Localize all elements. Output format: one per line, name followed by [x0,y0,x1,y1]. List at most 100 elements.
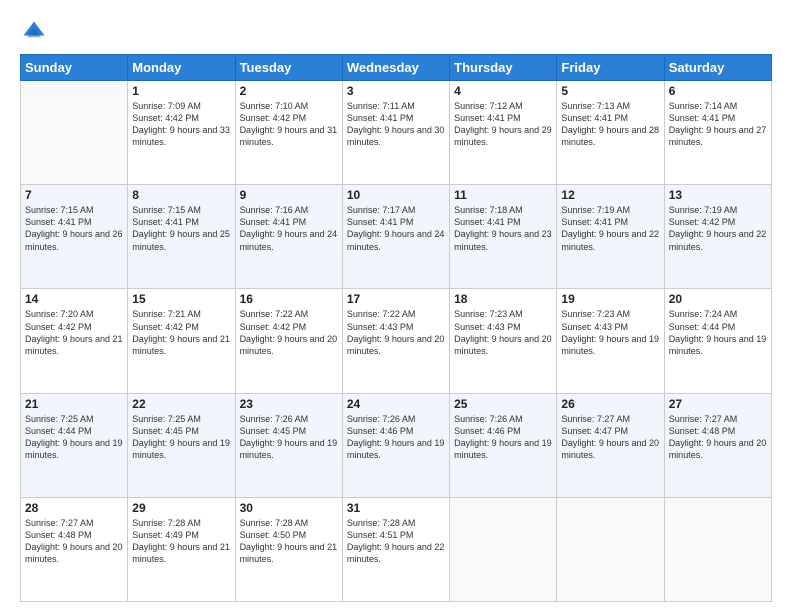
day-number: 12 [561,188,659,202]
day-info: Sunrise: 7:10 AMSunset: 4:42 PMDaylight:… [240,100,338,149]
weekday-header-row: SundayMondayTuesdayWednesdayThursdayFrid… [21,55,772,81]
day-number: 25 [454,397,552,411]
calendar-cell: 24Sunrise: 7:26 AMSunset: 4:46 PMDayligh… [342,393,449,497]
calendar-cell [664,497,771,601]
day-info: Sunrise: 7:13 AMSunset: 4:41 PMDaylight:… [561,100,659,149]
day-info: Sunrise: 7:23 AMSunset: 4:43 PMDaylight:… [561,308,659,357]
day-number: 26 [561,397,659,411]
calendar-week-row: 7 Sunrise: 7:15 AMSunset: 4:41 PMDaylight… [21,185,772,289]
day-info: Sunrise: 7:22 AMSunset: 4:43 PMDaylight:… [347,308,445,357]
weekday-header-wednesday: Wednesday [342,55,449,81]
header [20,18,772,46]
day-number: 23 [240,397,338,411]
calendar-week-row: 28Sunrise: 7:27 AMSunset: 4:48 PMDayligh… [21,497,772,601]
day-info: Sunrise: 7:26 AMSunset: 4:46 PMDaylight:… [347,413,445,462]
day-info: Sunrise: 7:09 AMSunset: 4:42 PMDaylight:… [132,100,230,149]
day-info: Sunrise: 7:16 AMSunset: 4:41 PMDaylight:… [240,204,338,253]
calendar-cell: 21 Sunrise: 7:25 AMSunset: 4:44 PMDayligh… [21,393,128,497]
calendar-cell: 2Sunrise: 7:10 AMSunset: 4:42 PMDaylight… [235,81,342,185]
day-info: Sunrise: 7:12 AMSunset: 4:41 PMDaylight:… [454,100,552,149]
day-info: Sunrise: 7:28 AMSunset: 4:51 PMDaylight:… [347,517,445,566]
day-info: Sunrise: 7:21 AMSunset: 4:42 PMDaylight:… [132,308,230,357]
day-info: Sunrise: 7:26 AMSunset: 4:45 PMDaylight:… [240,413,338,462]
day-number: 10 [347,188,445,202]
day-info: Sunrise: 7:28 AMSunset: 4:49 PMDaylight:… [132,517,230,566]
weekday-header-sunday: Sunday [21,55,128,81]
calendar-cell: 17 Sunrise: 7:22 AMSunset: 4:43 PMDayligh… [342,289,449,393]
calendar-cell: 25Sunrise: 7:26 AMSunset: 4:46 PMDayligh… [450,393,557,497]
calendar-cell [21,81,128,185]
calendar-cell: 19Sunrise: 7:23 AMSunset: 4:43 PMDayligh… [557,289,664,393]
weekday-header-friday: Friday [557,55,664,81]
day-number: 6 [669,84,767,98]
day-info: Sunrise: 7:24 AMSunset: 4:44 PMDaylight:… [669,308,767,357]
day-number: 18 [454,292,552,306]
day-info: Sunrise: 7:18 AMSunset: 4:41 PMDaylight:… [454,204,552,253]
day-info: Sunrise: 7:27 AMSunset: 4:47 PMDaylight:… [561,413,659,462]
calendar-week-row: 1 Sunrise: 7:09 AMSunset: 4:42 PMDaylight… [21,81,772,185]
day-number: 11 [454,188,552,202]
calendar-cell: 11 Sunrise: 7:18 AMSunset: 4:41 PMDayligh… [450,185,557,289]
weekday-header-saturday: Saturday [664,55,771,81]
day-info: Sunrise: 7:25 AMSunset: 4:44 PMDaylight:… [25,413,123,462]
logo-icon [20,18,48,46]
calendar-cell: 8 Sunrise: 7:15 AMSunset: 4:41 PMDaylight… [128,185,235,289]
calendar-cell: 5Sunrise: 7:13 AMSunset: 4:41 PMDaylight… [557,81,664,185]
day-number: 3 [347,84,445,98]
day-number: 31 [347,501,445,515]
day-info: Sunrise: 7:14 AMSunset: 4:41 PMDaylight:… [669,100,767,149]
weekday-header-monday: Monday [128,55,235,81]
day-number: 22 [132,397,230,411]
day-number: 30 [240,501,338,515]
calendar-cell: 18Sunrise: 7:23 AMSunset: 4:43 PMDayligh… [450,289,557,393]
calendar-cell: 31 Sunrise: 7:28 AMSunset: 4:51 PMDayligh… [342,497,449,601]
day-info: Sunrise: 7:25 AMSunset: 4:45 PMDaylight:… [132,413,230,462]
day-number: 9 [240,188,338,202]
calendar-cell: 3 Sunrise: 7:11 AMSunset: 4:41 PMDaylight… [342,81,449,185]
weekday-header-tuesday: Tuesday [235,55,342,81]
day-info: Sunrise: 7:15 AMSunset: 4:41 PMDaylight:… [132,204,230,253]
day-info: Sunrise: 7:19 AMSunset: 4:42 PMDaylight:… [669,204,767,253]
day-number: 20 [669,292,767,306]
calendar-cell: 23 Sunrise: 7:26 AMSunset: 4:45 PMDayligh… [235,393,342,497]
calendar-cell: 15Sunrise: 7:21 AMSunset: 4:42 PMDayligh… [128,289,235,393]
day-number: 16 [240,292,338,306]
day-number: 4 [454,84,552,98]
day-info: Sunrise: 7:22 AMSunset: 4:42 PMDaylight:… [240,308,338,357]
calendar-cell [557,497,664,601]
page: SundayMondayTuesdayWednesdayThursdayFrid… [0,0,792,612]
calendar-week-row: 21 Sunrise: 7:25 AMSunset: 4:44 PMDayligh… [21,393,772,497]
day-number: 29 [132,501,230,515]
calendar-cell: 29 Sunrise: 7:28 AMSunset: 4:49 PMDayligh… [128,497,235,601]
calendar-cell: 22 Sunrise: 7:25 AMSunset: 4:45 PMDayligh… [128,393,235,497]
calendar-cell: 14 Sunrise: 7:20 AMSunset: 4:42 PMDayligh… [21,289,128,393]
calendar-cell: 28Sunrise: 7:27 AMSunset: 4:48 PMDayligh… [21,497,128,601]
day-info: Sunrise: 7:27 AMSunset: 4:48 PMDaylight:… [669,413,767,462]
calendar-cell: 16 Sunrise: 7:22 AMSunset: 4:42 PMDayligh… [235,289,342,393]
day-number: 17 [347,292,445,306]
day-info: Sunrise: 7:28 AMSunset: 4:50 PMDaylight:… [240,517,338,566]
calendar-cell: 10 Sunrise: 7:17 AMSunset: 4:41 PMDayligh… [342,185,449,289]
day-number: 7 [25,188,123,202]
calendar-cell: 4 Sunrise: 7:12 AMSunset: 4:41 PMDaylight… [450,81,557,185]
day-info: Sunrise: 7:27 AMSunset: 4:48 PMDaylight:… [25,517,123,566]
day-info: Sunrise: 7:11 AMSunset: 4:41 PMDaylight:… [347,100,445,149]
day-number: 13 [669,188,767,202]
day-number: 14 [25,292,123,306]
calendar-cell: 1 Sunrise: 7:09 AMSunset: 4:42 PMDaylight… [128,81,235,185]
day-number: 8 [132,188,230,202]
calendar: SundayMondayTuesdayWednesdayThursdayFrid… [20,54,772,602]
calendar-cell: 13 Sunrise: 7:19 AMSunset: 4:42 PMDayligh… [664,185,771,289]
calendar-cell: 27Sunrise: 7:27 AMSunset: 4:48 PMDayligh… [664,393,771,497]
calendar-cell: 6 Sunrise: 7:14 AMSunset: 4:41 PMDaylight… [664,81,771,185]
day-info: Sunrise: 7:17 AMSunset: 4:41 PMDaylight:… [347,204,445,253]
calendar-cell: 9 Sunrise: 7:16 AMSunset: 4:41 PMDaylight… [235,185,342,289]
weekday-header-thursday: Thursday [450,55,557,81]
day-info: Sunrise: 7:20 AMSunset: 4:42 PMDaylight:… [25,308,123,357]
day-info: Sunrise: 7:15 AMSunset: 4:41 PMDaylight:… [25,204,123,253]
day-number: 1 [132,84,230,98]
day-number: 21 [25,397,123,411]
logo [20,18,52,46]
calendar-week-row: 14 Sunrise: 7:20 AMSunset: 4:42 PMDayligh… [21,289,772,393]
calendar-cell: 12Sunrise: 7:19 AMSunset: 4:41 PMDayligh… [557,185,664,289]
